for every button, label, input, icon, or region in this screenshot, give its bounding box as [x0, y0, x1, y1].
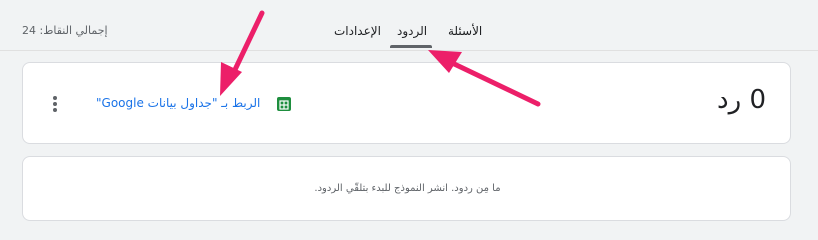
no-responses-card: ما مِن ردود. انشر النموذج للبدء بتلقّي ا… [22, 156, 791, 221]
more-vert-icon [53, 96, 57, 112]
sheets-icon[interactable] [277, 97, 291, 111]
empty-state-message: ما مِن ردود. انشر النموذج للبدء بتلقّي ا… [314, 183, 501, 194]
tab-responses[interactable]: الردود [397, 24, 427, 38]
active-tab-indicator [390, 45, 432, 48]
top-bar: إجمالي النقاط: 24 الإعدادات الردود الأسئ… [0, 0, 818, 51]
tab-questions[interactable]: الأسئلة [448, 24, 482, 38]
response-count: 0 رد [717, 85, 766, 115]
link-to-sheets[interactable]: الربط بـ "جداول بيانات Google" [96, 96, 260, 110]
tab-settings[interactable]: الإعدادات [334, 24, 381, 38]
responses-summary-card: الربط بـ "جداول بيانات Google" 0 رد [22, 62, 791, 144]
total-points: إجمالي النقاط: 24 [22, 24, 108, 37]
more-options-button[interactable] [47, 93, 63, 115]
